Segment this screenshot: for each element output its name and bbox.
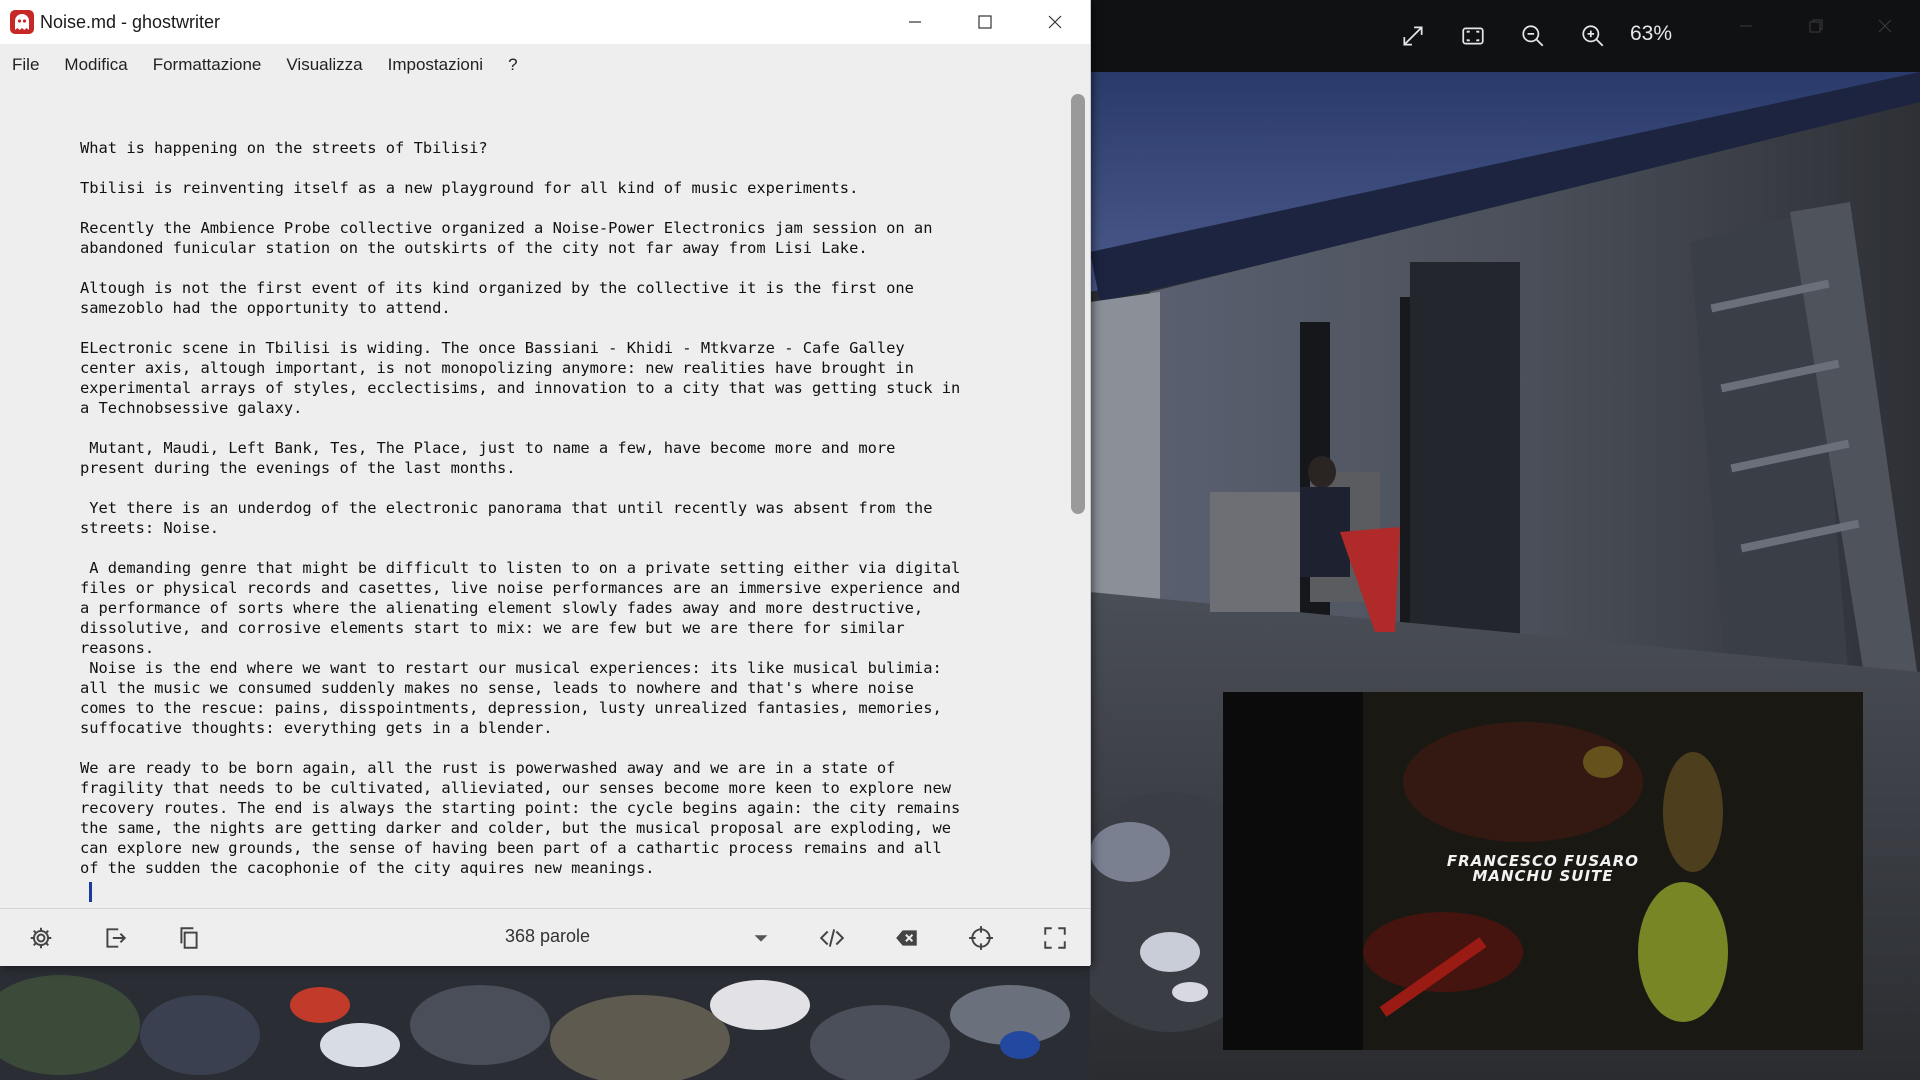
text-caret	[89, 882, 92, 902]
minimize-icon[interactable]	[880, 0, 950, 44]
menu-help[interactable]: ?	[508, 55, 517, 75]
menu-formattazione[interactable]: Formattazione	[153, 55, 262, 75]
viewer-close-icon[interactable]	[1865, 14, 1905, 38]
markdown-editor[interactable]: What is happening on the streets of Tbil…	[0, 86, 1068, 908]
menu-file[interactable]: File	[12, 55, 39, 75]
close-icon[interactable]	[1020, 0, 1090, 44]
album-name: MANCHU SUITE	[1472, 867, 1614, 885]
background-rubbish	[0, 965, 1090, 1080]
editor-text[interactable]: What is happening on the streets of Tbil…	[80, 138, 1040, 878]
ghostwriter-window: Noise.md - ghostwriter File Modifica For…	[0, 0, 1091, 966]
expand-icon[interactable]	[1395, 18, 1431, 54]
word-count: 368 parole	[505, 926, 591, 946]
zoom-in-icon[interactable]	[1575, 18, 1611, 54]
export-icon[interactable]	[100, 923, 130, 953]
zoom-out-icon[interactable]	[1515, 18, 1551, 54]
gear-icon[interactable]	[26, 923, 56, 953]
album-cover-card: FRANCESCO FUSARO MANCHU SUITE	[1223, 692, 1863, 1050]
title-bar[interactable]: Noise.md - ghostwriter	[0, 0, 1090, 44]
menu-modifica[interactable]: Modifica	[64, 55, 127, 75]
ghost-icon	[10, 10, 34, 34]
zoom-level-label: 63%	[1630, 22, 1673, 45]
code-icon[interactable]	[817, 923, 847, 953]
viewer-restore-icon[interactable]	[1796, 14, 1836, 38]
window-title: Noise.md - ghostwriter	[40, 12, 221, 32]
album-title: FRANCESCO FUSARO MANCHU SUITE	[1373, 854, 1713, 884]
backspace-icon[interactable]	[892, 923, 922, 953]
maximize-icon[interactable]	[950, 0, 1020, 44]
menu-visualizza[interactable]: Visualizza	[286, 55, 362, 75]
fullscreen-icon[interactable]	[1040, 923, 1070, 953]
viewer-toolbar: 63%	[1090, 0, 1920, 72]
menu-impostazioni[interactable]: Impostazioni	[388, 55, 483, 75]
copy-icon[interactable]	[174, 923, 204, 953]
scrollbar-thumb[interactable]	[1071, 94, 1085, 514]
crosshair-icon[interactable]	[966, 923, 996, 953]
viewer-minimize-icon[interactable]	[1726, 14, 1766, 38]
menu-bar: File Modifica Formattazione Visualizza I…	[0, 44, 1090, 86]
status-bar: 368 parole	[0, 908, 1090, 966]
chevron-down-icon[interactable]	[746, 923, 776, 953]
fit-screen-icon[interactable]	[1455, 18, 1491, 54]
